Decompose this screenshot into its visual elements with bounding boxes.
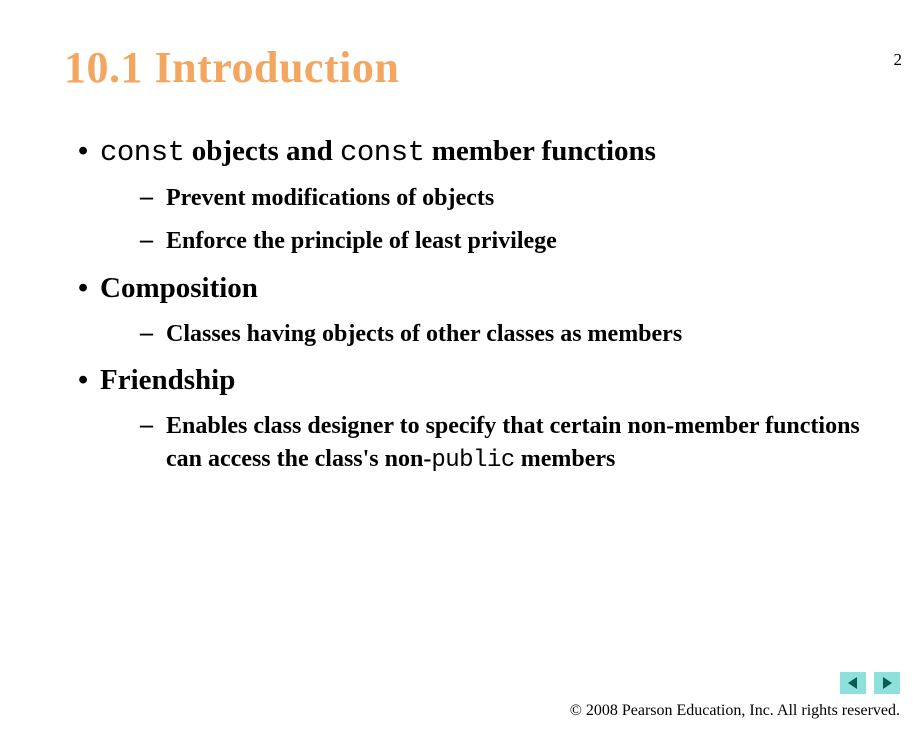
bullet-text: Friendship: [100, 364, 235, 397]
code-text: const: [340, 136, 425, 169]
sub-bullet-text: Enforce the principle of least privilege: [166, 225, 880, 257]
page-number: 2: [894, 50, 903, 70]
next-button[interactable]: [874, 672, 900, 694]
bullet-text: const objects and const member functions: [100, 135, 656, 169]
body-text: Classes having objects of other classes …: [166, 321, 682, 347]
code-text: public: [431, 447, 514, 474]
dash-icon: –: [140, 407, 166, 442]
bullet-level1: •const objects and const member function…: [78, 135, 880, 169]
bullet-text: Composition: [100, 272, 258, 305]
body-text: members: [515, 446, 616, 472]
dash-icon: –: [140, 315, 166, 350]
slide-title: 10.1 Introduction: [64, 42, 920, 93]
body-text: Prevent modifications of objects: [166, 185, 494, 211]
body-text: Friendship: [100, 364, 235, 396]
bullet-level2: –Enables class designer to specify that …: [140, 407, 880, 477]
sub-bullet-text: Classes having objects of other classes …: [166, 318, 880, 350]
bullet-mark-icon: •: [78, 272, 100, 305]
bullet-level2: –Enforce the principle of least privileg…: [140, 222, 880, 257]
body-text: Enforce the principle of least privilege: [166, 228, 557, 254]
dash-icon: –: [140, 222, 166, 257]
bullet-level2: –Prevent modifications of objects: [140, 179, 880, 214]
body-text: objects and: [185, 135, 340, 167]
bullet-mark-icon: •: [78, 135, 100, 168]
slide-content: •const objects and const member function…: [78, 135, 880, 477]
triangle-right-icon: [880, 676, 894, 690]
dash-icon: –: [140, 179, 166, 214]
triangle-left-icon: [846, 676, 860, 690]
body-text: member functions: [425, 135, 656, 167]
bullet-level1: •Friendship: [78, 364, 880, 397]
sub-bullet-text: Enables class designer to specify that c…: [166, 410, 880, 477]
copyright-text: © 2008 Pearson Education, Inc. All right…: [570, 702, 900, 720]
sub-bullet-text: Prevent modifications of objects: [166, 182, 880, 214]
prev-button[interactable]: [840, 672, 866, 694]
bullet-level2: –Classes having objects of other classes…: [140, 315, 880, 350]
nav-buttons: [840, 672, 900, 694]
code-text: const: [100, 136, 185, 169]
bullet-level1: •Composition: [78, 272, 880, 305]
bullet-mark-icon: •: [78, 364, 100, 397]
body-text: Composition: [100, 272, 258, 304]
